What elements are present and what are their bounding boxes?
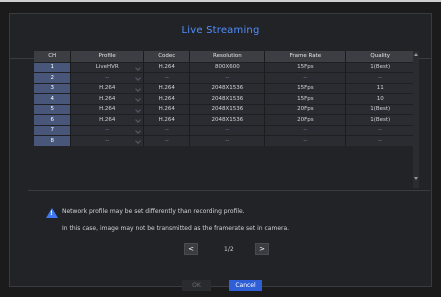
- dialog-title: Live Streaming: [181, 25, 260, 36]
- resolution-cell: --: [189, 124, 266, 136]
- quality-cell: --: [345, 124, 415, 136]
- chevron-down-icon: [135, 106, 141, 113]
- notice-divider: [28, 190, 430, 191]
- table-row: 2 -- -- -- -- --: [34, 72, 415, 83]
- chevron-down-icon: [135, 96, 141, 102]
- table-row: 4 H.264 H.264 2048X1536 15Fps 10: [34, 93, 415, 104]
- chevron-down-icon: [135, 127, 141, 134]
- profile-value: LiveHVR: [95, 64, 119, 71]
- table-row: 6 H.264 H.264 2048X1536 20Fps 1(Best): [34, 114, 415, 125]
- streaming-table: CH Profile Codec Resolution Frame Rate Q…: [34, 51, 415, 146]
- codec-cell: H.264: [143, 61, 191, 73]
- profile-select[interactable]: H.264: [70, 93, 145, 104]
- codec-cell: --: [143, 124, 191, 136]
- chevron-down-icon: [135, 138, 141, 144]
- frame-rate-cell: 20Fps: [264, 103, 347, 115]
- profile-value: H.264: [99, 85, 116, 92]
- chevron-down-icon: [135, 85, 141, 92]
- vertical-scrollbar[interactable]: [413, 51, 419, 188]
- page-indicator: 1/2: [224, 246, 234, 253]
- next-page-button[interactable]: >: [255, 243, 269, 255]
- frame-rate-cell: --: [264, 135, 347, 146]
- frame-rate-cell: --: [264, 124, 347, 136]
- profile-select[interactable]: --: [70, 135, 145, 146]
- codec-cell: H.264: [143, 114, 191, 125]
- profile-select[interactable]: H.264: [70, 103, 145, 115]
- frame-rate-cell: --: [264, 72, 347, 83]
- profile-value: --: [105, 138, 110, 144]
- scroll-down-icon[interactable]: [414, 177, 418, 180]
- prev-page-button[interactable]: <: [184, 243, 198, 255]
- resolution-cell: 2048X1536: [189, 103, 266, 115]
- quality-cell: --: [345, 135, 415, 146]
- header-resolution: Resolution: [189, 51, 266, 62]
- chevron-down-icon: [135, 117, 141, 123]
- notice-line-2: In this case, image may not be transmitt…: [62, 225, 290, 232]
- profile-value: --: [105, 74, 110, 81]
- resolution-cell: 2048X1536: [189, 114, 266, 125]
- profile-value: H.264: [99, 106, 116, 113]
- channel-number: 5: [34, 103, 72, 115]
- quality-cell: 11: [345, 82, 415, 94]
- profile-select[interactable]: --: [70, 72, 145, 83]
- resolution-cell: 2048X1536: [189, 93, 266, 104]
- channel-number: 1: [34, 61, 72, 73]
- resolution-cell: 800X600: [189, 61, 266, 73]
- table-header-row: CH Profile Codec Resolution Frame Rate Q…: [34, 51, 415, 62]
- quality-cell: 1(Best): [345, 114, 415, 125]
- codec-cell: H.264: [143, 82, 191, 94]
- profile-value: --: [105, 127, 110, 134]
- channel-number: 8: [34, 135, 72, 146]
- notice-line-1: Network profile may be set differently t…: [62, 208, 245, 215]
- channel-number: 2: [34, 72, 72, 83]
- table-row: 1 LiveHVR H.264 800X600 15Fps 1(Best): [34, 61, 415, 73]
- channel-number: 4: [34, 93, 72, 104]
- quality-cell: 1(Best): [345, 103, 415, 115]
- ok-button[interactable]: OK: [182, 280, 211, 291]
- chevron-down-icon: [135, 64, 141, 71]
- frame-rate-cell: 20Fps: [264, 114, 347, 125]
- codec-cell: --: [143, 135, 191, 146]
- top-divider: [0, 0, 441, 2]
- profile-value: H.264: [99, 95, 116, 102]
- channel-number: 3: [34, 82, 72, 94]
- header-frame-rate: Frame Rate: [264, 51, 347, 62]
- codec-cell: --: [143, 72, 191, 83]
- quality-cell: --: [345, 72, 415, 83]
- table-row: 7 -- -- -- -- --: [34, 124, 415, 136]
- table-row: 3 H.264 H.264 2048X1536 15Fps 11: [34, 82, 415, 94]
- profile-select[interactable]: --: [70, 124, 145, 136]
- quality-cell: 1(Best): [345, 61, 415, 73]
- scroll-up-icon[interactable]: [414, 53, 418, 56]
- resolution-cell: --: [189, 72, 266, 83]
- frame-rate-cell: 15Fps: [264, 61, 347, 73]
- codec-cell: H.264: [143, 93, 191, 104]
- resolution-cell: --: [189, 135, 266, 146]
- codec-cell: H.264: [143, 103, 191, 115]
- profile-select[interactable]: H.264: [70, 114, 145, 125]
- header-quality: Quality: [345, 51, 415, 62]
- table-row: 8 -- -- -- -- --: [34, 135, 415, 146]
- header-codec: Codec: [143, 51, 191, 62]
- resolution-cell: 2048X1536: [189, 82, 266, 94]
- frame-rate-cell: 15Fps: [264, 82, 347, 94]
- warning-mark: !: [50, 210, 53, 217]
- profile-value: H.264: [99, 116, 116, 123]
- chevron-down-icon: [135, 75, 141, 81]
- table-row: 5 H.264 H.264 2048X1536 20Fps 1(Best): [34, 103, 415, 115]
- quality-cell: 10: [345, 93, 415, 104]
- header-profile: Profile: [70, 51, 145, 62]
- channel-number: 6: [34, 114, 72, 125]
- cancel-button[interactable]: Cancel: [229, 280, 262, 291]
- profile-select[interactable]: H.264: [70, 82, 145, 94]
- header-ch: CH: [34, 51, 72, 62]
- profile-select[interactable]: LiveHVR: [70, 61, 145, 73]
- frame-rate-cell: 15Fps: [264, 93, 347, 104]
- channel-number: 7: [34, 124, 72, 136]
